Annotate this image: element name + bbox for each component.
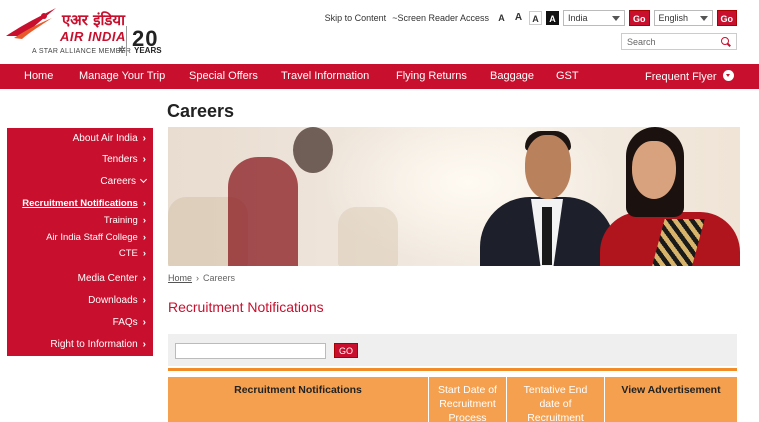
filter-go-button[interactable]: GO <box>334 343 358 358</box>
chevron-right-icon: › <box>142 317 146 328</box>
star-alliance-tagline: A STAR ALLIANCE MEMBER <box>32 48 132 55</box>
nav-item-manage-your-trip[interactable]: Manage Your Trip <box>79 70 165 82</box>
sidebar-item-label: Recruitment Notifications <box>22 198 138 209</box>
sidebar-item-label: Training <box>103 215 138 226</box>
page-title: Careers <box>167 101 235 121</box>
filter-input[interactable] <box>175 343 326 359</box>
chevron-down-icon <box>699 15 708 21</box>
breadcrumb-current: Careers <box>203 273 236 283</box>
column-header-view-advertisement: View Advertisement <box>621 384 721 396</box>
column-header-end-date: Tentative End date of Recruitment <box>507 377 605 422</box>
nav-item-home[interactable]: Home <box>24 70 53 82</box>
logo-hindi-text: एअर इंडिया <box>62 11 125 29</box>
sidebar-item-air-india-staff-college[interactable]: Air India Staff College › <box>46 232 146 243</box>
sidebar-item-careers[interactable]: Careers <box>100 175 148 187</box>
chevron-right-icon: › <box>142 339 146 350</box>
font-size-small-button[interactable]: A <box>495 11 508 25</box>
font-size-medium-button[interactable]: A <box>512 11 525 25</box>
sidebar-item-label: Media Center <box>77 273 138 284</box>
chevron-right-icon: › <box>142 133 146 144</box>
sidebar: About Air India › Tenders › Careers Recrui… <box>7 128 153 356</box>
column-header-recruitment-notifications: Recruitment Notifications <box>168 377 429 422</box>
sidebar-item-label: Careers <box>100 176 136 187</box>
sidebar-item-label: CTE <box>118 248 138 259</box>
search-icon[interactable] <box>721 36 731 47</box>
frequent-flyer-label: Frequent Flyer <box>645 71 717 83</box>
high-contrast-button[interactable]: A <box>546 11 559 25</box>
font-size-large-button[interactable]: A <box>529 11 542 25</box>
chevron-down-circle-icon <box>722 70 734 81</box>
chevron-right-icon: › <box>142 248 146 259</box>
divider <box>168 368 737 371</box>
nav-item-frequent-flyer[interactable]: Frequent Flyer <box>645 70 734 83</box>
country-select-value: India <box>568 13 588 23</box>
search-placeholder: Search <box>627 36 656 47</box>
chevron-right-icon: › <box>142 232 146 243</box>
site-header: एअर इंडिया AIR INDIA A STAR ALLIANCE MEM… <box>0 0 759 64</box>
utility-bar: Skip to Content ~Screen Reader Access A … <box>325 10 737 26</box>
air-india-logo[interactable]: एअर इंडिया AIR INDIA A STAR ALLIANCE MEM… <box>4 4 184 60</box>
sidebar-item-right-to-information[interactable]: Right to Information › <box>50 339 146 350</box>
sidebar-item-label: Air India Staff College <box>46 232 138 243</box>
breadcrumb: Home › Careers <box>168 273 235 283</box>
sidebar-item-label: Right to Information <box>50 339 138 350</box>
chevron-right-icon: › <box>142 215 146 226</box>
sidebar-item-tenders[interactable]: Tenders › <box>102 154 146 165</box>
sidebar-item-label: FAQs <box>112 317 138 328</box>
chevron-down-icon <box>139 175 148 184</box>
screen-reader-link[interactable]: ~Screen Reader Access <box>392 13 489 23</box>
sidebar-item-label: Tenders <box>102 154 138 165</box>
sidebar-item-label: Downloads <box>88 295 138 306</box>
sidebar-item-faqs[interactable]: FAQs › <box>113 317 146 328</box>
chevron-right-icon: › <box>142 154 146 165</box>
anniversary-word: YEARS <box>134 46 162 55</box>
language-select-value: English <box>658 13 689 23</box>
sidebar-item-about-air-india[interactable]: About Air India › <box>73 133 146 144</box>
sidebar-item-cte[interactable]: CTE › <box>119 248 146 259</box>
logo-divider <box>126 26 127 56</box>
language-go-button[interactable]: Go <box>716 10 737 26</box>
skip-to-content-link[interactable]: Skip to Content <box>325 13 387 23</box>
filter-bar: GO <box>168 334 737 366</box>
chevron-right-icon: › <box>142 198 146 209</box>
sidebar-item-downloads[interactable]: Downloads › <box>88 295 146 306</box>
sidebar-item-media-center[interactable]: Media Center › <box>78 273 146 284</box>
chevron-right-icon: › <box>142 273 146 284</box>
sidebar-item-training[interactable]: Training › <box>104 215 146 226</box>
column-header-start-date: Start Date of Recruitment Process <box>429 377 507 422</box>
sidebar-item-recruitment-notifications[interactable]: Recruitment Notifications › <box>22 198 146 209</box>
main-nav: Home Manage Your Trip Special Offers Tra… <box>0 64 759 89</box>
table-header: Recruitment Notifications Start Date of … <box>168 377 737 422</box>
logo-name: AIR INDIA <box>60 29 126 44</box>
country-select[interactable]: India <box>563 10 625 26</box>
nav-item-flying-returns[interactable]: Flying Returns <box>396 70 467 82</box>
search-input[interactable]: Search <box>621 33 737 50</box>
section-title: Recruitment Notifications <box>168 299 324 315</box>
chevron-down-icon <box>612 15 620 21</box>
maharaja-swan-icon <box>6 8 56 39</box>
sidebar-item-label: About Air India <box>72 133 138 144</box>
chevron-right-icon: › <box>142 295 146 306</box>
nav-item-gst[interactable]: GST <box>556 70 579 82</box>
nav-item-special-offers[interactable]: Special Offers <box>189 70 258 82</box>
country-go-button[interactable]: Go <box>629 10 650 26</box>
breadcrumb-separator-icon: › <box>196 273 200 283</box>
breadcrumb-home-link[interactable]: Home <box>168 273 192 283</box>
nav-item-baggage[interactable]: Baggage <box>490 70 534 82</box>
language-select[interactable]: English <box>653 10 713 26</box>
careers-banner-image <box>168 127 740 266</box>
nav-item-travel-information[interactable]: Travel Information <box>281 70 369 82</box>
